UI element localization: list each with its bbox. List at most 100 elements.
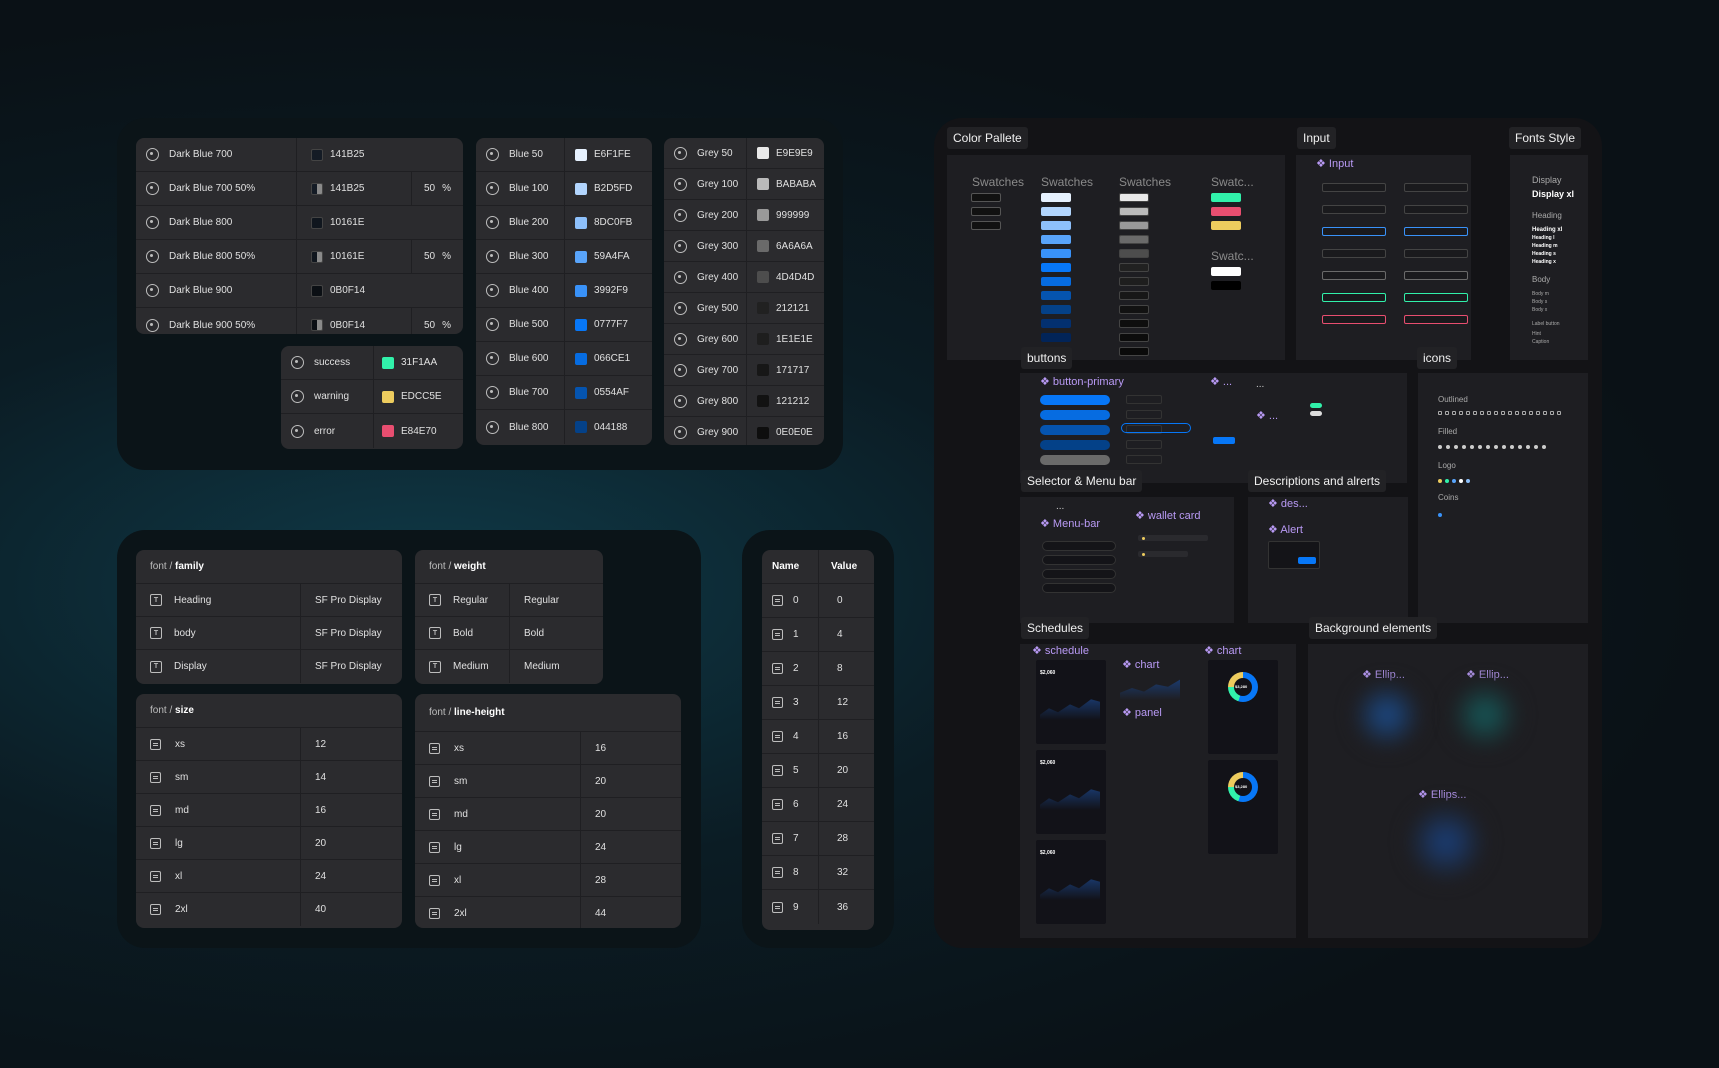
- frame-label-buttons[interactable]: buttons: [1021, 347, 1073, 369]
- spacing-row[interactable]: 00: [762, 584, 874, 618]
- frame-label-selector-menu[interactable]: Selector & Menu bar: [1021, 470, 1143, 492]
- dark-blue-row[interactable]: Dark Blue 800 50% 10161E 50%: [136, 240, 463, 274]
- spacing-row[interactable]: 6 24: [762, 788, 874, 822]
- input-component-label: ❖ Input: [1316, 157, 1353, 170]
- mini-secondary-button: [1126, 440, 1162, 449]
- status-color-row[interactable]: error E84E70: [281, 414, 463, 448]
- font-token-row[interactable]: 2xl 44: [415, 897, 681, 928]
- blue-row[interactable]: Blue 50 E6F1FE: [476, 138, 652, 172]
- blue-row[interactable]: Blue 400 3992F9: [476, 274, 652, 308]
- font-token-row[interactable]: T Bold Bold: [415, 617, 603, 650]
- descriptions-alerts-frame[interactable]: ❖ des... ❖ Alert: [1248, 497, 1408, 623]
- font-token-row[interactable]: xs 12: [136, 728, 402, 761]
- font-token-row[interactable]: xl 24: [136, 860, 402, 893]
- frame-label-background-elements[interactable]: Background elements: [1309, 617, 1438, 639]
- status-color-row[interactable]: warning EDCC5E: [281, 380, 463, 414]
- font-token-row[interactable]: xl 28: [415, 864, 681, 897]
- schedules-frame[interactable]: ❖ schedule ❖ chart ❖ panel ❖ chart $2,06…: [1020, 644, 1296, 938]
- color-hex: 0B0F14: [330, 285, 366, 296]
- input-frame[interactable]: ❖ Input: [1296, 155, 1471, 360]
- spacing-row[interactable]: 3 12: [762, 686, 874, 720]
- font-token-row[interactable]: xs 16: [415, 732, 681, 765]
- color-swatch: [757, 302, 769, 314]
- selector-menu-frame[interactable]: ... ❖ Menu-bar ❖ wallet card: [1020, 497, 1234, 623]
- menu-bar-text: Menu-bar: [1052, 518, 1100, 530]
- blue-row[interactable]: Blue 100 B2D5FD: [476, 172, 652, 206]
- frame-label-schedules[interactable]: Schedules: [1021, 617, 1090, 639]
- spacing-row[interactable]: 9 36: [762, 890, 874, 924]
- chart-label: ❖ chart: [1204, 645, 1242, 657]
- color-swatch: [382, 390, 394, 403]
- number-variable-icon: [429, 742, 440, 754]
- blue-row[interactable]: Blue 800 044188: [476, 410, 652, 444]
- status-color-row[interactable]: success 31F1AA: [281, 346, 463, 380]
- color-name: Dark Blue 900: [169, 285, 233, 296]
- grey-row[interactable]: Grey 400 4D4D4D: [664, 262, 824, 293]
- frame-label-input[interactable]: Input: [1297, 127, 1336, 149]
- spacing-row[interactable]: 5 20: [762, 754, 874, 788]
- spacing-row[interactable]: 28: [762, 652, 874, 686]
- font-token-row[interactable]: lg 24: [415, 831, 681, 864]
- font-token-row[interactable]: T Medium Medium: [415, 650, 603, 683]
- spacing-row[interactable]: 7 28: [762, 822, 874, 856]
- blue-row[interactable]: Blue 500 0777F7: [476, 308, 652, 342]
- grey-row[interactable]: Grey 600 1E1E1E: [664, 324, 824, 355]
- spacing-row[interactable]: 14: [762, 618, 874, 652]
- grey-row[interactable]: Grey 100 BABABA: [664, 169, 824, 200]
- dark-blue-name-cell: Dark Blue 700: [136, 138, 296, 171]
- dark-blue-row[interactable]: Dark Blue 800 10161E: [136, 206, 463, 240]
- grey-row[interactable]: Grey 300 6A6A6A: [664, 231, 824, 262]
- font-token-row[interactable]: sm 20: [415, 765, 681, 798]
- palette-icon: [674, 332, 687, 346]
- blue-row[interactable]: Blue 700 0554AF: [476, 376, 652, 410]
- dark-blue-hex-cell: 141B25: [296, 172, 411, 205]
- blue-row[interactable]: Blue 200 8DC0FB: [476, 206, 652, 240]
- frame-label-fonts-style[interactable]: Fonts Style: [1509, 127, 1582, 149]
- spacing-row[interactable]: 8 32: [762, 856, 874, 890]
- status-hex-cell: 31F1AA: [373, 346, 463, 379]
- dark-blue-row[interactable]: Dark Blue 900 0B0F14: [136, 274, 463, 308]
- grey-row[interactable]: Grey 50 E9E9E9: [664, 138, 824, 169]
- font-token-row[interactable]: T Display SF Pro Display: [136, 650, 402, 683]
- buttons-frame[interactable]: ❖ button-primary ❖ ... ... ❖ ...: [1020, 373, 1407, 483]
- mini-primary-button: [1040, 410, 1110, 420]
- mini-outlined-icon: [1522, 411, 1526, 415]
- icons-frame[interactable]: Outlined Filled Logo Coins: [1418, 373, 1588, 623]
- swatch-title-4: Swatc...: [1211, 175, 1254, 189]
- spacing-name: 5: [793, 765, 799, 776]
- spacing-value: 0: [837, 595, 843, 606]
- grey-row[interactable]: Grey 900 0E0E0E: [664, 417, 824, 445]
- color-swatch: [382, 356, 394, 369]
- font-token-row[interactable]: md 16: [136, 794, 402, 827]
- background-elements-frame[interactable]: ❖ Ellip... ❖ Ellip... ❖ Ellips...: [1308, 644, 1588, 938]
- grey-row[interactable]: Grey 200 999999: [664, 200, 824, 231]
- frame-label-icons[interactable]: icons: [1417, 347, 1458, 369]
- palette-name-cell: Grey 500: [664, 293, 746, 323]
- grey-row[interactable]: Grey 700 171717: [664, 355, 824, 386]
- frame-label-descriptions-alerts[interactable]: Descriptions and alrerts: [1248, 470, 1387, 492]
- font-token-row[interactable]: md 20: [415, 798, 681, 831]
- mini-grey-swatch: [1119, 221, 1149, 230]
- font-token-row[interactable]: 2xl 40: [136, 893, 402, 926]
- font-token-row[interactable]: lg 20: [136, 827, 402, 860]
- dark-blue-row[interactable]: Dark Blue 700 50% 141B25 50%: [136, 172, 463, 206]
- fonts-style-frame[interactable]: Display Display xl Heading Heading xl Headin…: [1510, 155, 1588, 360]
- frame-label-color-pallete[interactable]: Color Pallete: [947, 127, 1028, 149]
- font-token-row[interactable]: T Heading SF Pro Display: [136, 584, 402, 617]
- mini-input-field: [1404, 183, 1468, 192]
- blue-row[interactable]: Blue 600 066CE1: [476, 342, 652, 376]
- blue-row[interactable]: Blue 300 59A4FA: [476, 240, 652, 274]
- spacing-row[interactable]: 4 16: [762, 720, 874, 754]
- palette-name-cell: Grey 600: [664, 324, 746, 354]
- grey-row[interactable]: Grey 500 212121: [664, 293, 824, 324]
- mini-outlined-icon: [1459, 411, 1463, 415]
- font-token-row[interactable]: Tbody SF Pro Display: [136, 617, 402, 650]
- font-token-row[interactable]: T Regular Regular: [415, 584, 603, 617]
- mini-dark-swatch: [971, 193, 1001, 202]
- mini-grey-swatch: [1119, 333, 1149, 342]
- grey-row[interactable]: Grey 800 121212: [664, 386, 824, 417]
- dark-blue-row[interactable]: Dark Blue 700 141B25: [136, 138, 463, 172]
- font-token-row[interactable]: sm 14: [136, 761, 402, 794]
- dark-blue-row[interactable]: Dark Blue 900 50% 0B0F14 50%: [136, 308, 463, 334]
- color-pallete-frame[interactable]: Swatches Swatches Swatches Swatc... Swat…: [947, 155, 1285, 360]
